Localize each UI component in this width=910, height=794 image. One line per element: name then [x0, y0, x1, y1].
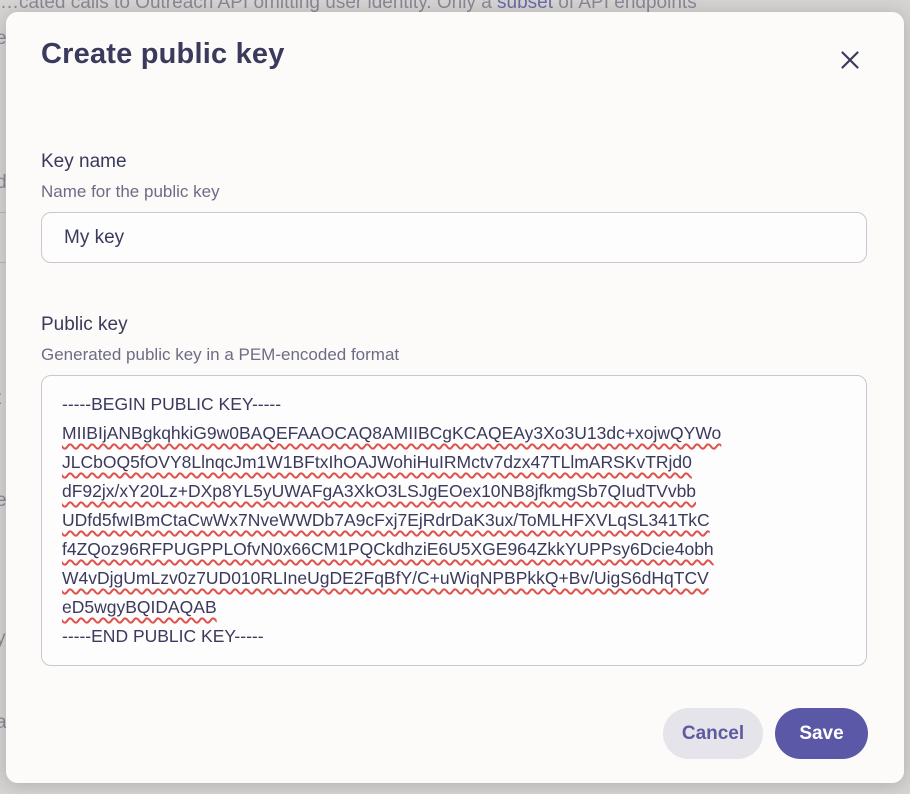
pem-body-line: dF92jx/xY20Lz+DXp8YL5yUWAFgA3XkO3LSJgEOe… [62, 481, 697, 501]
public-key-description: Generated public key in a PEM-encoded fo… [41, 345, 400, 364]
pem-body-line: f4ZQoz96RFPUGPPLOfvN0x66CM1PQCkdhziE6U5X… [62, 539, 714, 559]
pem-body-line: eD5wgyBQIDAQAB [62, 597, 217, 617]
dialog-title: Create public key [41, 38, 285, 70]
close-icon [841, 51, 859, 69]
key-name-input[interactable] [41, 212, 867, 263]
close-button[interactable] [832, 42, 868, 78]
background-fragment: t [0, 388, 1, 410]
key-name-label: Key name [41, 151, 127, 172]
pem-body-line: MIIBIjANBgkqhkiG9w0BAQEFAAOCAQ8AMIIBCgKC… [62, 423, 722, 443]
cancel-button[interactable]: Cancel [663, 708, 763, 759]
pem-end-line: -----END PUBLIC KEY----- [62, 626, 264, 646]
pem-body-line: JLCbOQ5fOVY8LlnqcJm1W1BFtxIhOAJWohiHuIRM… [62, 452, 692, 472]
public-key-textarea[interactable]: -----BEGIN PUBLIC KEY----- MIIBIjANBgkqh… [41, 375, 867, 666]
save-button[interactable]: Save [775, 708, 868, 759]
pem-begin-line: -----BEGIN PUBLIC KEY----- [62, 394, 282, 414]
background-fragment: y [0, 628, 6, 649]
pem-body-line: UDfd5fwIBmCtaCwWx7NveWWDb7A9cFxj7EjRdrDa… [62, 510, 710, 530]
create-public-key-dialog: Create public key Key name Name for the … [6, 12, 904, 783]
public-key-label: Public key [41, 314, 128, 335]
dialog-body: Key name Name for the public key Public … [6, 104, 904, 783]
dialog-header: Create public key [6, 12, 904, 104]
pem-body-line: W4vDjgUmLzv0z7UD010RLIneUgDE2FqBfY/C+uWi… [62, 568, 709, 588]
key-name-description: Name for the public key [41, 182, 220, 201]
